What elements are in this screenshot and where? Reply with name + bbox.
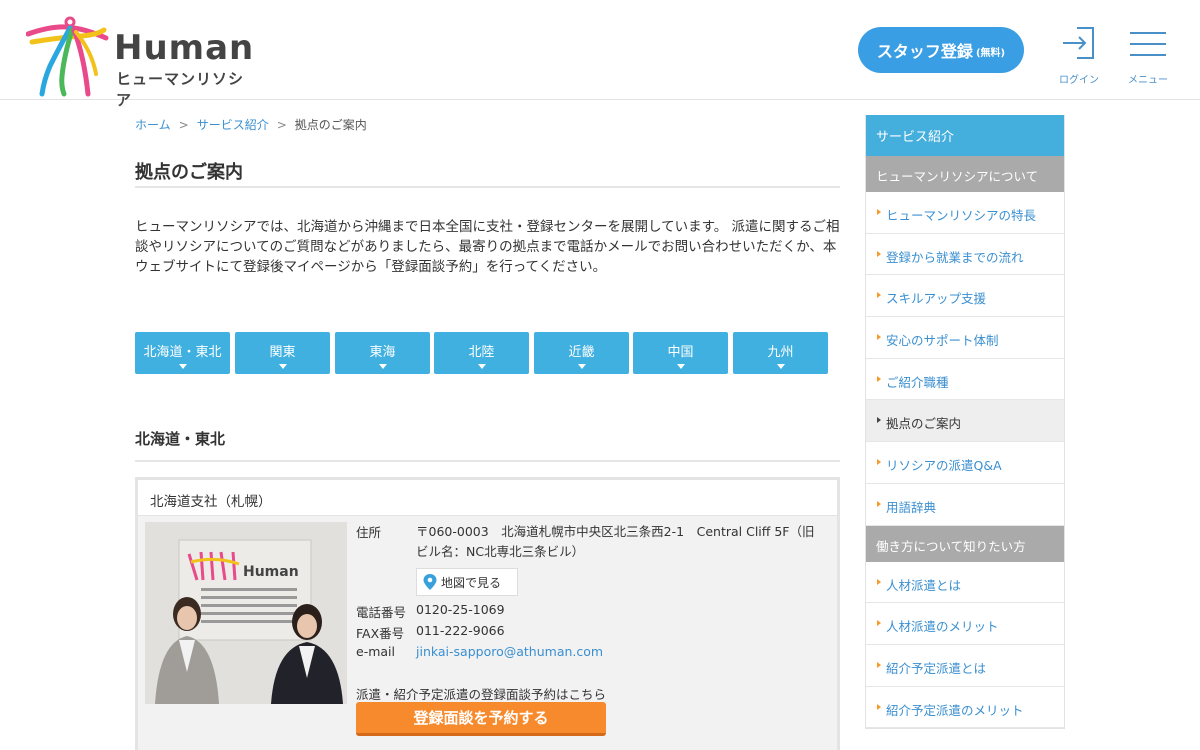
office-name: 北海道支社（札幌） — [138, 480, 837, 516]
chevron-down-icon — [676, 364, 685, 369]
site-header: Human ヒューマンリソシア スタッフ登録 (無料) ログイン メニュー — [0, 0, 1200, 109]
sidebar-category-about: ヒューマンリソシアについて — [866, 156, 1064, 192]
reserve-note: 派遣・紹介予定派遣の登録面談予約はこちら — [356, 687, 607, 702]
region-tab-label: 関東 — [269, 345, 296, 360]
office-photo-image: Human — [145, 522, 347, 704]
menu-label: メニュー — [1128, 75, 1168, 86]
address-label: 住所 — [356, 525, 382, 540]
region-tab-label: 九州 — [767, 345, 794, 360]
sidebar-item-dispatch-merit[interactable]: 人材派遣のメリット — [866, 603, 1064, 645]
staff-register-label: スタッフ登録 — [876, 42, 973, 61]
region-tab-label: 中国 — [667, 345, 694, 360]
sidebar-item-glossary[interactable]: 用語辞典 — [866, 483, 1064, 526]
map-pin-icon — [423, 574, 437, 590]
sidebar-item-jobs[interactable]: ご紹介職種 — [866, 358, 1064, 401]
sidebar-item-skillup[interactable]: スキルアップ支援 — [866, 275, 1064, 318]
fax-value: 011-222-9066 — [416, 623, 505, 638]
page-title: 拠点のご案内 — [135, 158, 840, 188]
logo-text: Human — [114, 28, 255, 68]
office-photo: Human — [145, 522, 347, 704]
login-icon — [1063, 27, 1094, 59]
sidebar-item-qa[interactable]: リソシアの派遣Q&A — [866, 442, 1064, 484]
region-tab-kanto[interactable]: 関東 — [235, 332, 330, 374]
intro-text: ヒューマンリソシアでは、北海道から沖縄まで日本全国に支社・登録センターを展開して… — [135, 219, 840, 275]
menu-button[interactable]: メニュー — [1120, 24, 1176, 86]
reserve-interview-button[interactable]: 登録面談を予約する — [356, 702, 606, 736]
sidebar-item-features[interactable]: ヒューマンリソシアの特長 — [866, 192, 1064, 234]
login-button[interactable]: ログイン — [1051, 24, 1107, 86]
phone-value: 0120-25-1069 — [416, 602, 505, 617]
region-tab-hokuriku[interactable]: 北陸 — [434, 332, 529, 374]
chevron-down-icon — [776, 364, 785, 369]
chevron-down-icon — [178, 364, 187, 369]
chevron-down-icon — [577, 364, 586, 369]
email-label: e-mail — [356, 644, 395, 659]
region-tab-label: 北海道・東北 — [143, 345, 222, 360]
sidebar-item-support[interactable]: 安心のサポート体制 — [866, 317, 1064, 359]
map-button-label: 地図で見る — [441, 575, 502, 590]
breadcrumb-home[interactable]: ホーム — [135, 118, 171, 132]
chevron-down-icon — [378, 364, 387, 369]
section-title: 北海道・東北 — [135, 428, 840, 462]
breadcrumb-services[interactable]: サービス紹介 — [197, 118, 269, 132]
sidebar-item-locations[interactable]: 拠点のご案内 — [866, 400, 1064, 443]
region-tabs: 北海道・東北 関東 東海 北陸 近畿 中国 九州 — [135, 332, 840, 374]
logo-subtext: ヒューマンリソシア — [116, 70, 245, 109]
region-tab-kinki[interactable]: 近畿 — [534, 332, 629, 374]
hamburger-icon — [1130, 32, 1166, 56]
map-button[interactable]: 地図で見る — [416, 568, 518, 596]
sidebar-category-workstyle: 働き方について知りたい方 — [866, 525, 1064, 562]
logo-figure-icon — [26, 16, 109, 97]
sidebar: サービス紹介 ヒューマンリソシアについて ヒューマンリソシアの特長 登録から就業… — [865, 115, 1065, 730]
staff-register-button[interactable]: スタッフ登録 (無料) — [858, 27, 1024, 73]
staff-register-note: (無料) — [975, 48, 1006, 59]
photo-sign-text: Human — [243, 564, 299, 580]
region-tab-chugoku[interactable]: 中国 — [633, 332, 728, 374]
sidebar-heading[interactable]: サービス紹介 — [866, 115, 1064, 156]
region-tab-label: 東海 — [369, 345, 396, 360]
sidebar-item-ttp[interactable]: 紹介予定派遣とは — [866, 644, 1064, 687]
address-value: 〒060-0003 北海道札幌市中央区北三条西2-1 Central Cliff… — [416, 524, 815, 559]
phone-label: 電話番号 — [356, 605, 407, 620]
region-tab-tokai[interactable]: 東海 — [335, 332, 430, 374]
office-card: 北海道支社（札幌） Human 住所 〒060-0003 北海道札幌市中央区北三… — [135, 477, 840, 750]
login-label: ログイン — [1059, 75, 1099, 86]
human-logo[interactable]: Human ヒューマンリソシア — [26, 16, 256, 109]
chevron-down-icon — [477, 364, 486, 369]
region-tab-label: 近畿 — [568, 345, 595, 360]
breadcrumb-current: 拠点のご案内 — [294, 118, 367, 132]
region-tab-hokkaido-tohoku[interactable]: 北海道・東北 — [135, 332, 230, 374]
breadcrumb-separator: > — [178, 118, 189, 132]
sidebar-item-flow[interactable]: 登録から就業までの流れ — [866, 233, 1064, 276]
region-tab-kyushu[interactable]: 九州 — [733, 332, 828, 374]
sidebar-item-dispatch[interactable]: 人材派遣とは — [866, 561, 1064, 604]
sidebar-item-ttp-merit[interactable]: 紹介予定派遣のメリット — [866, 686, 1064, 729]
chevron-down-icon — [278, 364, 287, 369]
fax-label: FAX番号 — [356, 626, 405, 641]
breadcrumb: ホーム > サービス紹介 > 拠点のご案内 — [135, 116, 367, 133]
email-link[interactable]: jinkai-sapporo@athuman.com — [416, 644, 603, 659]
region-tab-label: 北陸 — [468, 345, 495, 360]
breadcrumb-separator: > — [276, 118, 287, 132]
